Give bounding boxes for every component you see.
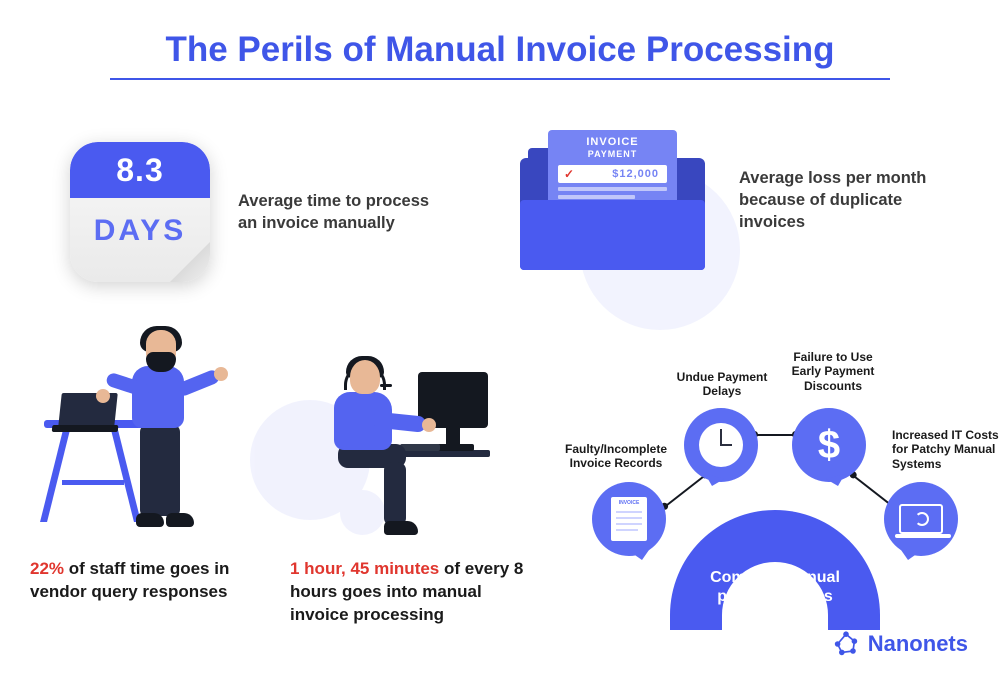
nanonets-icon [832, 630, 860, 658]
standing-person-illustration [40, 330, 220, 540]
invoice-heading: INVOICE [548, 136, 677, 148]
bubble-laptop-icon [884, 482, 958, 556]
bubble-clock-icon [684, 408, 758, 482]
brand-logo: Nanonets [832, 630, 968, 658]
staff-time-highlight: 22% [30, 559, 64, 578]
brand-name: Nanonets [868, 631, 968, 657]
bubble-label-2: Undue Payment Delays [672, 370, 772, 399]
stat-avg-time: Average time to process an invoice manua… [238, 190, 438, 235]
bubble-invoice-records-icon [592, 482, 666, 556]
connector-line [755, 434, 795, 436]
seated-person-illustration [300, 358, 490, 543]
calendar-value: 8.3 [70, 142, 210, 198]
calendar-unit: DAYS [70, 198, 210, 248]
calendar-icon: 8.3 DAYS [70, 142, 210, 282]
title-underline [110, 78, 890, 80]
common-issues-diagram: Common manual process issues $ Faulty/In… [560, 330, 980, 630]
invoice-folder-icon: INVOICE PAYMENT $12,000 [520, 130, 705, 270]
manual-time-highlight: 1 hour, 45 minutes [290, 559, 439, 578]
page-title: The Perils of Manual Invoice Processing [0, 30, 1000, 70]
bubble-label-1: Faulty/Incomplete Invoice Records [556, 442, 676, 471]
bubble-dollar-icon: $ [792, 408, 866, 482]
stat-avg-loss: Average loss per month because of duplic… [739, 167, 954, 234]
stat-manual-time: 1 hour, 45 minutes of every 8 hours goes… [290, 558, 540, 627]
invoice-subheading: PAYMENT [548, 149, 677, 159]
diagram-center-label: Common manual process issues [708, 568, 842, 606]
invoice-amount: $12,000 [558, 165, 667, 183]
bubble-label-3: Failure to Use Early Payment Discounts [778, 350, 888, 393]
stat-staff-time: 22% of staff time goes in vendor query r… [30, 558, 270, 604]
bubble-label-4: Increased IT Costs for Patchy Manual Sys… [892, 428, 1000, 471]
